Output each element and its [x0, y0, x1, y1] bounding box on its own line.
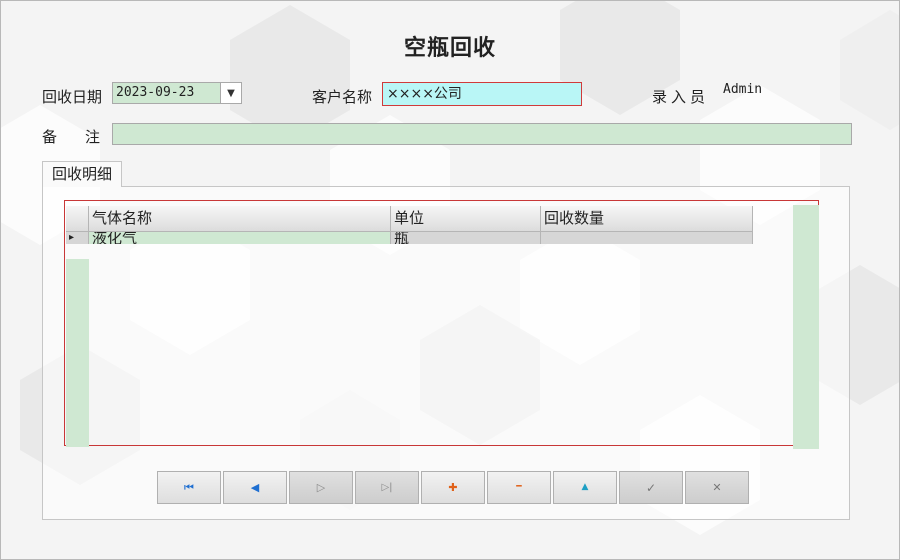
record-navigator: ⏮ ◀ ▷ ▷| ✚ ━ ▲ ✓ ✕: [157, 471, 749, 504]
customer-field[interactable]: ××××公司: [382, 82, 582, 106]
column-header-unit[interactable]: 单位: [391, 206, 541, 232]
remark-field[interactable]: [112, 123, 852, 145]
insert-icon: ✚: [448, 481, 458, 494]
cell-gas-name[interactable]: 液化气: [89, 232, 391, 244]
post-icon: ✓: [645, 480, 657, 495]
chevron-down-icon[interactable]: ▼: [220, 83, 241, 103]
tab-recycle-detail[interactable]: 回收明细: [42, 161, 123, 187]
row-indicator: ▸: [66, 232, 89, 244]
insert-record-button[interactable]: ✚: [421, 471, 485, 504]
edit-icon: ▲: [581, 482, 589, 492]
delete-record-button[interactable]: ━: [487, 471, 551, 504]
table-row[interactable]: ▸ 液化气 瓶: [66, 232, 753, 244]
cancel-icon: ✕: [712, 481, 722, 494]
page-title: 空瓶回收: [403, 35, 496, 61]
date-field[interactable]: 2023-09-23: [113, 83, 220, 103]
post-record-button[interactable]: ✓: [619, 471, 683, 504]
edit-record-button[interactable]: ▲: [553, 471, 617, 504]
first-record-button[interactable]: ⏮: [157, 471, 221, 504]
prior-record-button[interactable]: ◀: [223, 471, 287, 504]
next-record-button[interactable]: ▷: [289, 471, 353, 504]
grid-scrollbar[interactable]: [793, 205, 819, 449]
date-picker[interactable]: 2023-09-23 ▼: [112, 82, 242, 104]
delete-icon: ━: [516, 482, 522, 492]
cell-unit[interactable]: 瓶: [391, 232, 541, 244]
cancel-record-button[interactable]: ✕: [685, 471, 749, 504]
first-record-icon: ⏮: [184, 481, 194, 494]
detail-grid[interactable]: 气体名称 单位 回收数量 ▸ 液化气 瓶: [64, 200, 819, 449]
cell-quantity[interactable]: [541, 232, 753, 244]
next-record-icon: ▷: [316, 481, 326, 494]
last-record-icon: ▷|: [381, 481, 393, 493]
last-record-button[interactable]: ▷|: [355, 471, 419, 504]
entry-label: 录入员: [652, 88, 710, 106]
prior-record-icon: ◀: [250, 481, 260, 494]
customer-label: 客户名称: [312, 88, 373, 106]
grid-indicator-column: [66, 259, 89, 447]
column-header-gas-name[interactable]: 气体名称: [89, 206, 391, 232]
column-header-quantity[interactable]: 回收数量: [541, 206, 753, 232]
entry-value: Admin: [723, 82, 763, 97]
date-label: 回收日期: [42, 88, 103, 106]
grid-header-indicator: [66, 206, 89, 232]
